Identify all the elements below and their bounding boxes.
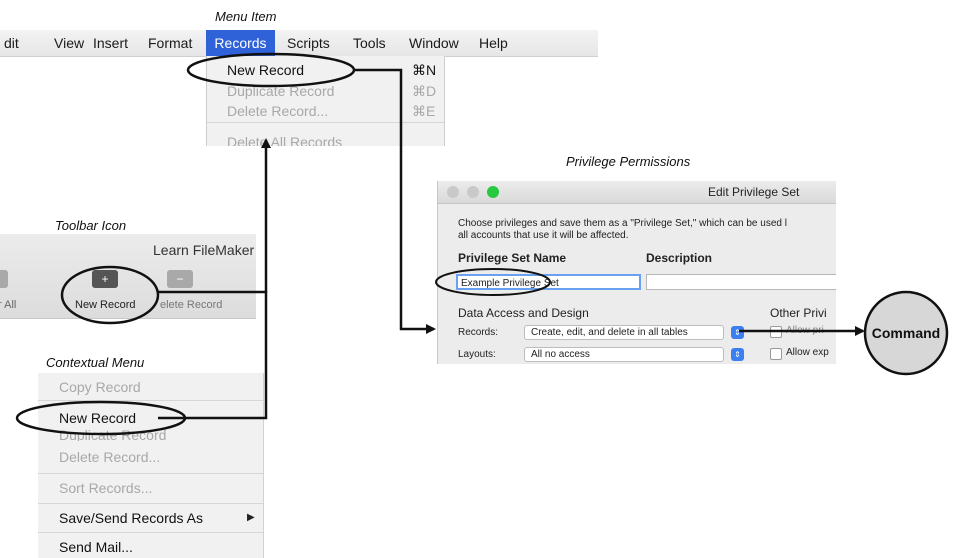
- menu-separator: [207, 122, 444, 123]
- new-record-label: New Record: [227, 62, 305, 78]
- description-field[interactable]: [646, 274, 836, 290]
- edit-privilege-set-dialog: Edit Privilege Set Choose privileges and…: [437, 181, 836, 364]
- close-window-icon[interactable]: [447, 186, 459, 198]
- layouts-select-chevron-icon[interactable]: ⇕: [731, 348, 744, 361]
- toolbar-icon-caption: Toolbar Icon: [55, 218, 127, 233]
- submenu-arrow-icon: ▶: [247, 512, 255, 523]
- allow-exporting-label: Allow exp: [786, 347, 829, 358]
- ctx-delete-record-label: Delete Record...: [59, 449, 161, 465]
- dialog-description-line1: Choose privileges and save them as a "Pr…: [458, 218, 787, 229]
- delete-all-records-label: Delete All Records: [227, 134, 343, 146]
- delete-record-shortcut: ⌘E: [412, 103, 436, 119]
- ctx-separator: [38, 400, 263, 401]
- delete-record-label: Delete Record...: [227, 103, 329, 119]
- layouts-label: Layouts:: [458, 349, 496, 360]
- menu-item-delete-record[interactable]: Delete Record... ⌘E: [207, 101, 444, 122]
- menu-help[interactable]: Help: [474, 30, 513, 56]
- ctx-item-send-mail[interactable]: Send Mail...: [38, 536, 263, 558]
- ctx-new-record-label: New Record: [59, 410, 137, 426]
- records-select[interactable]: Create, edit, and delete in all tables: [524, 325, 724, 340]
- delete-record-toolbar-label: elete Record: [160, 299, 223, 311]
- dialog-description-line2: all accounts that use it will be affecte…: [458, 230, 629, 241]
- allow-exporting-checkbox[interactable]: [770, 348, 782, 360]
- dialog-titlebar: Edit Privilege Set: [438, 181, 836, 204]
- show-all-label: r All: [0, 299, 17, 311]
- other-privileges-section-title: Other Privi: [770, 306, 827, 320]
- ctx-duplicate-record-label: Duplicate Record: [59, 429, 167, 441]
- ctx-item-new-record[interactable]: New Record: [38, 407, 263, 429]
- ctx-item-duplicate-record[interactable]: Duplicate Record: [38, 429, 263, 441]
- records-menu: New Record ⌘N Duplicate Record ⌘D Delete…: [206, 56, 445, 146]
- ctx-separator: [38, 532, 263, 533]
- minus-square-icon: −: [176, 272, 184, 286]
- menu-view[interactable]: View: [49, 30, 89, 56]
- new-record-toolbar-label: New Record: [75, 299, 136, 311]
- menu-item-delete-all-records[interactable]: Delete All Records: [207, 132, 444, 146]
- ctx-separator: [38, 503, 263, 504]
- ctx-sort-records-label: Sort Records...: [59, 480, 153, 496]
- show-all-button[interactable]: [0, 270, 8, 288]
- ctx-item-sort-records[interactable]: Sort Records...: [38, 477, 263, 499]
- allow-printing-label: Allow pri: [786, 325, 824, 336]
- new-record-toolbar-button[interactable]: +: [92, 270, 118, 288]
- dialog-title: Edit Privilege Set: [708, 185, 800, 199]
- toolbar-title: Learn FileMaker: [153, 242, 255, 258]
- menu-item-new-record[interactable]: New Record ⌘N: [207, 60, 444, 81]
- menu-item-duplicate-record[interactable]: Duplicate Record ⌘D: [207, 81, 444, 102]
- command-label: Command: [871, 325, 941, 341]
- data-access-section-title: Data Access and Design: [458, 306, 589, 320]
- new-record-shortcut: ⌘N: [412, 62, 437, 78]
- menu-window[interactable]: Window: [404, 30, 464, 56]
- ctx-copy-record-label: Copy Record: [59, 379, 141, 395]
- duplicate-record-shortcut: ⌘D: [412, 83, 437, 99]
- privilege-set-name-field[interactable]: Example Privilege Set: [456, 274, 641, 290]
- privilege-set-name-label: Privilege Set Name: [458, 251, 567, 265]
- duplicate-record-label: Duplicate Record: [227, 83, 335, 99]
- menu-insert[interactable]: Insert: [88, 30, 133, 56]
- privilege-permissions-caption: Privilege Permissions: [566, 154, 691, 169]
- menu-bar: dit View Insert Format Records Scripts T…: [0, 30, 598, 57]
- contextual-menu: Copy Record New Record Duplicate Record …: [38, 373, 264, 558]
- ctx-save-send-label: Save/Send Records As: [59, 510, 203, 526]
- maximize-window-icon[interactable]: [487, 186, 499, 198]
- ctx-item-copy-record[interactable]: Copy Record: [38, 376, 263, 398]
- ctx-item-save-send-records[interactable]: Save/Send Records As ▶: [38, 507, 263, 529]
- ctx-separator: [38, 473, 263, 474]
- allow-printing-checkbox[interactable]: [770, 326, 782, 338]
- contextual-menu-caption: Contextual Menu: [46, 355, 145, 370]
- records-label: Records:: [458, 327, 499, 338]
- menu-edit[interactable]: dit: [0, 30, 24, 56]
- plus-square-icon: +: [101, 272, 109, 286]
- ctx-item-delete-record[interactable]: Delete Record...: [38, 446, 263, 468]
- minimize-window-icon[interactable]: [467, 186, 479, 198]
- menu-format[interactable]: Format: [143, 30, 197, 56]
- ctx-send-mail-label: Send Mail...: [59, 539, 133, 555]
- menu-records[interactable]: Records: [206, 30, 275, 56]
- menu-scripts[interactable]: Scripts: [282, 30, 335, 56]
- menu-item-caption: Menu Item: [215, 9, 277, 24]
- records-select-chevron-icon[interactable]: ⇕: [731, 326, 744, 339]
- toolbar: Learn FileMaker r All + New Record − ele…: [0, 234, 256, 319]
- menu-tools[interactable]: Tools: [348, 30, 391, 56]
- layouts-select[interactable]: All no access: [524, 347, 724, 362]
- description-label: Description: [646, 251, 713, 265]
- delete-record-toolbar-button[interactable]: −: [167, 270, 193, 288]
